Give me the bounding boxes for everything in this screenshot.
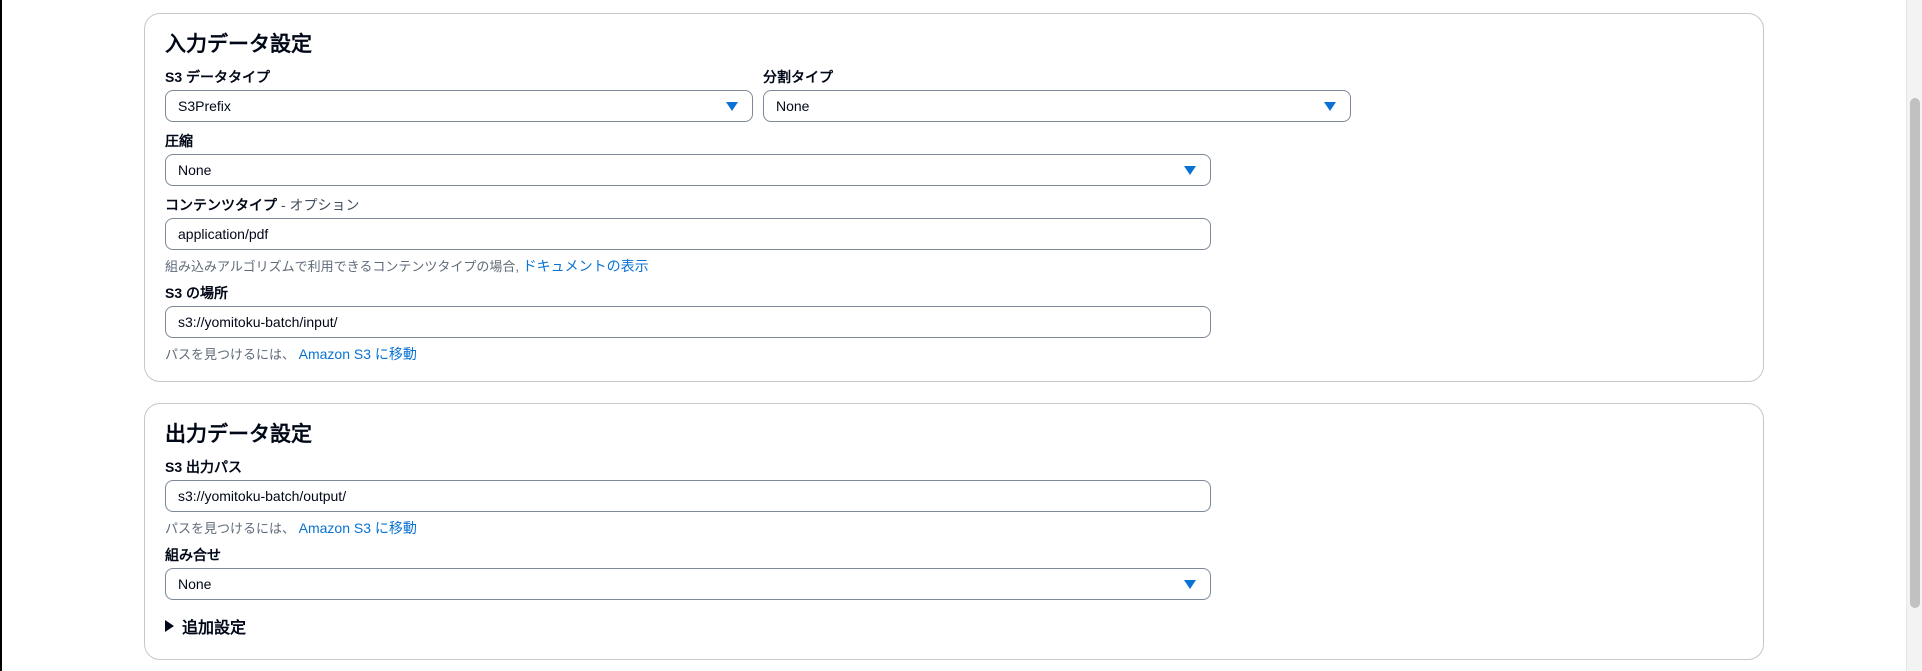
split-type-label: 分割タイプ bbox=[763, 69, 833, 85]
s3-output-path-hint-text: パスを見つけるには、 bbox=[165, 521, 299, 536]
scrollbar-thumb[interactable] bbox=[1910, 98, 1920, 608]
content-type-label-text: コンテンツタイプ bbox=[165, 197, 277, 213]
compression-select[interactable]: None bbox=[165, 154, 1211, 186]
s3-location-hint-text: パスを見つけるには、 bbox=[165, 347, 299, 362]
content-type-input[interactable]: application/pdf bbox=[165, 218, 1211, 250]
split-type-value: None bbox=[776, 98, 810, 114]
input-data-settings-panel: 入力データ設定 S3 データタイプ S3Prefix 分割タイプ None 圧縮… bbox=[144, 13, 1764, 382]
caret-right-icon bbox=[165, 620, 174, 632]
caret-down-icon bbox=[1184, 580, 1196, 589]
input-section-title: 入力データ設定 bbox=[165, 33, 312, 56]
s3-output-path-label: S3 出力パス bbox=[165, 459, 243, 475]
assemble-label: 組み合せ bbox=[165, 547, 221, 563]
window-left-edge bbox=[0, 0, 2, 671]
content-type-label: コンテンツタイプ - オプション bbox=[165, 195, 359, 215]
s3-location-hint: パスを見つけるには、 Amazon S3 に移動 bbox=[165, 344, 417, 364]
caret-down-icon bbox=[1324, 102, 1336, 111]
compression-label: 圧縮 bbox=[165, 133, 193, 149]
s3-data-type-value: S3Prefix bbox=[178, 98, 231, 114]
caret-down-icon bbox=[1184, 166, 1196, 175]
caret-down-icon bbox=[726, 102, 738, 111]
s3-data-type-label: S3 データタイプ bbox=[165, 69, 271, 85]
assemble-value: None bbox=[178, 576, 212, 592]
s3-location-label: S3 の場所 bbox=[165, 285, 229, 301]
additional-settings-label: 追加設定 bbox=[182, 620, 247, 637]
optional-suffix: - オプション bbox=[277, 197, 360, 213]
output-section-title: 出力データ設定 bbox=[165, 423, 312, 446]
s3-output-path-hint: パスを見つけるには、 Amazon S3 に移動 bbox=[165, 518, 417, 538]
view-documentation-link[interactable]: ドキュメントの表示 bbox=[523, 258, 649, 274]
s3-data-type-select[interactable]: S3Prefix bbox=[165, 90, 753, 122]
compression-value: None bbox=[178, 162, 212, 178]
assemble-select[interactable]: None bbox=[165, 568, 1211, 600]
split-type-select[interactable]: None bbox=[763, 90, 1351, 122]
s3-location-input[interactable]: s3://yomitoku-batch/input/ bbox=[165, 306, 1211, 338]
vertical-scrollbar[interactable] bbox=[1906, 0, 1922, 671]
content-type-hint: 組み込みアルゴリズムで利用できるコンテンツタイプの場合, ドキュメントの表示 bbox=[165, 256, 649, 276]
s3-output-path-input[interactable]: s3://yomitoku-batch/output/ bbox=[165, 480, 1211, 512]
go-to-amazon-s3-link[interactable]: Amazon S3 に移動 bbox=[299, 346, 417, 362]
content-type-hint-text: 組み込みアルゴリズムで利用できるコンテンツタイプの場合, bbox=[165, 259, 523, 274]
go-to-amazon-s3-link[interactable]: Amazon S3 に移動 bbox=[299, 520, 417, 536]
output-data-settings-panel: 出力データ設定 S3 出力パス s3://yomitoku-batch/outp… bbox=[144, 403, 1764, 660]
additional-settings-expander[interactable]: 追加設定 bbox=[165, 614, 246, 638]
